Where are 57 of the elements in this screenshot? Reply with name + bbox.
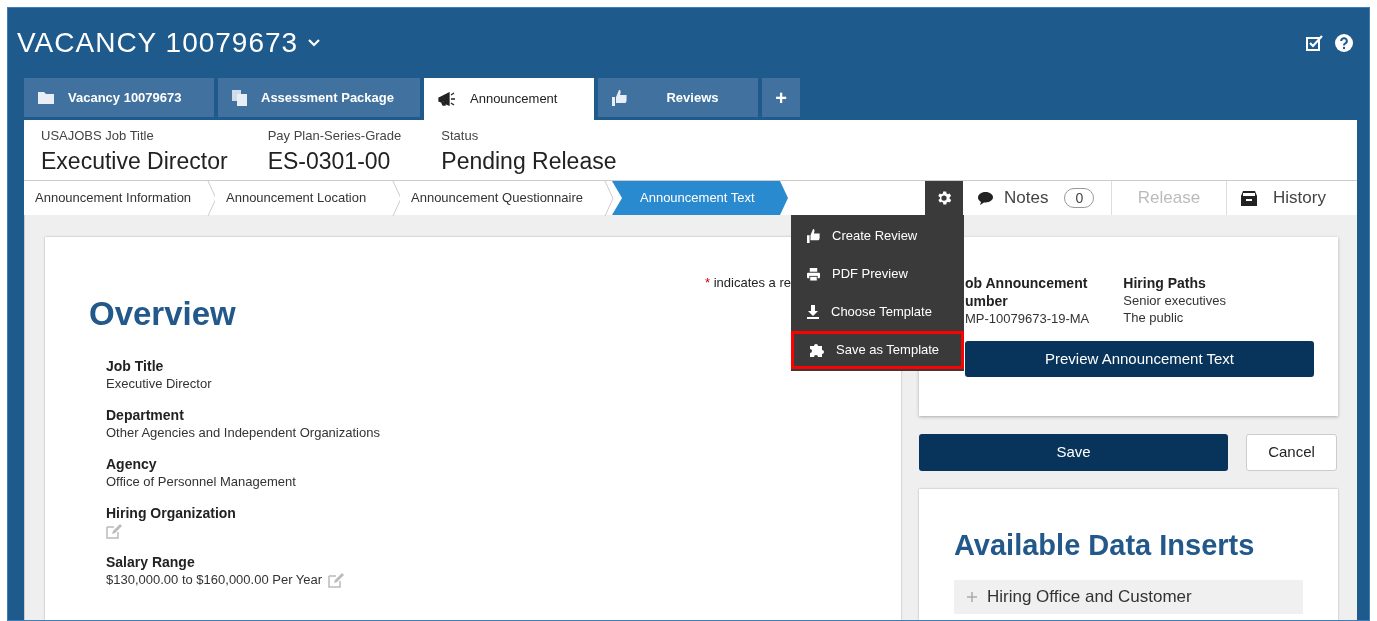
- chevron-down-icon[interactable]: [308, 39, 321, 47]
- info-label: umber: [965, 292, 1009, 310]
- info-label: ob Announcement: [965, 274, 1089, 292]
- summary-value: Pending Release: [441, 146, 617, 176]
- section-heading: Overview: [89, 295, 236, 333]
- page-title: VACANCY 10079673: [17, 26, 299, 60]
- puzzle-icon: [810, 343, 824, 357]
- megaphone-icon: [438, 92, 456, 106]
- field-label: Department: [106, 406, 185, 424]
- tab[interactable]: Announcement: [424, 78, 594, 120]
- step-tab[interactable]: Announcement Text: [612, 181, 788, 215]
- checkbox-icon[interactable]: [1306, 35, 1323, 51]
- summary-value: Executive Director: [41, 146, 228, 176]
- field-value: Office of Personnel Management: [106, 473, 296, 491]
- step-tab[interactable]: Announcement Location: [215, 181, 400, 215]
- archive-box-icon: [1241, 190, 1257, 206]
- speech-bubble-icon: [977, 190, 994, 206]
- download-icon: [807, 305, 819, 319]
- field-label: Salary Range: [106, 553, 196, 571]
- step-tab[interactable]: Announcement Questionnaire: [400, 181, 612, 215]
- plus-icon: [967, 592, 977, 602]
- info-value: MP-10079673-19-MA: [965, 310, 1090, 327]
- field-label: Agency: [106, 455, 158, 473]
- summary-label: Pay Plan-Series-Grade: [267, 127, 402, 145]
- settings-button[interactable]: [925, 181, 963, 215]
- thumbs-up-icon: [612, 89, 627, 106]
- tab[interactable]: Assessment Package: [218, 78, 420, 117]
- insert-item[interactable]: Hiring Office and Customer: [954, 580, 1303, 614]
- info-value: The public: [1123, 309, 1185, 326]
- info-label: Hiring Paths: [1123, 274, 1207, 292]
- summary-label: Status: [441, 127, 480, 145]
- thumbs-up-icon: [807, 229, 820, 243]
- field-label: Job Title: [106, 357, 165, 375]
- tab[interactable]: Reviews: [598, 78, 758, 117]
- field-value: Other Agencies and Independent Organizations: [106, 424, 380, 442]
- field-value: Executive Director: [106, 375, 212, 393]
- help-icon[interactable]: [1335, 34, 1353, 52]
- menu-item[interactable]: Save as Template: [791, 331, 964, 369]
- summary-value: ES-0301-00: [267, 146, 392, 176]
- menu-item[interactable]: Create Review: [791, 217, 964, 255]
- tab[interactable]: Vacancy 10079673: [24, 78, 214, 117]
- folder-icon: [38, 91, 54, 104]
- info-value: Senior executives: [1123, 292, 1226, 309]
- section-heading: Available Data Inserts: [954, 528, 1256, 563]
- menu-item[interactable]: Choose Template: [791, 293, 964, 331]
- menu-item[interactable]: PDF Preview: [791, 255, 964, 293]
- preview-button[interactable]: Preview Announcement Text: [965, 341, 1314, 377]
- copy-icon: [232, 89, 247, 106]
- add-tab-button[interactable]: +: [762, 78, 800, 117]
- save-button[interactable]: Save: [919, 434, 1228, 471]
- summary-label: USAJOBS Job Title: [41, 127, 155, 145]
- history-button[interactable]: History: [1227, 181, 1357, 215]
- required-note: * indicates a re: [705, 274, 791, 292]
- printer-icon: [807, 267, 820, 281]
- field-value: $130,000.00 to $160,000.00 Per Year: [106, 571, 323, 589]
- field-label: Hiring Organization: [106, 504, 237, 522]
- cancel-button[interactable]: Cancel: [1246, 434, 1337, 471]
